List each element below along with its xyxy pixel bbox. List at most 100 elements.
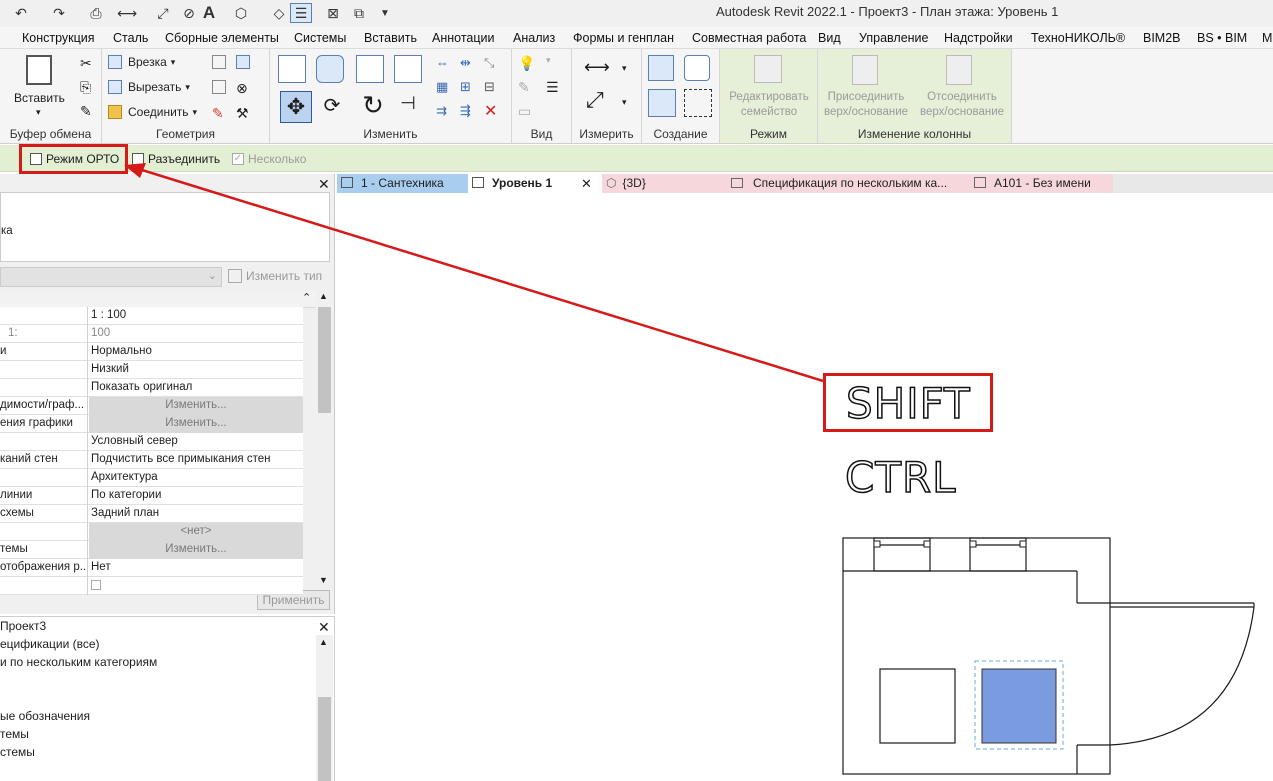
tag-icon[interactable]: ⊘ xyxy=(178,3,200,23)
edit-family-button-line1[interactable]: Редактировать xyxy=(720,91,818,103)
tab-more[interactable]: M xyxy=(1262,31,1272,45)
checkbox-box[interactable] xyxy=(91,580,101,590)
tab-view-3d[interactable]: ⬡ {3D} xyxy=(602,174,727,193)
trim-multiple-icon[interactable]: ⇉ xyxy=(436,103,447,119)
scale-icon[interactable]: ⊞ xyxy=(460,79,471,95)
tab-view-level-1[interactable]: Уровень 1 ✕ xyxy=(468,174,602,193)
measure-icon[interactable]: ⟷ xyxy=(116,3,138,23)
copy-elements-icon[interactable]: ⟳ xyxy=(318,93,346,121)
paint-icon[interactable] xyxy=(212,80,226,94)
create-similar-icon[interactable] xyxy=(684,89,712,117)
demolish-icon[interactable]: ✎ xyxy=(212,105,224,122)
mirror-draw-axis-icon[interactable] xyxy=(394,55,422,83)
measure-between-icon[interactable]: ⟷ xyxy=(584,57,610,78)
list-item[interactable]: темы xyxy=(0,727,29,741)
join-roof-icon[interactable]: ⊗ xyxy=(236,80,248,97)
rotate-icon[interactable]: ↻ xyxy=(358,91,388,121)
align-icon[interactable] xyxy=(278,55,306,83)
dimension-icon[interactable]: ⤢ xyxy=(152,3,174,23)
copy-icon[interactable]: ⎘ xyxy=(80,79,91,96)
tab-analyze[interactable]: Анализ xyxy=(513,31,555,45)
hide-element-icon[interactable]: ▭ xyxy=(518,103,531,120)
list-item[interactable]: и по нескольким категориям xyxy=(0,655,157,669)
list-item[interactable]: ые обозначения xyxy=(0,709,90,723)
tab-addins[interactable]: Надстройки xyxy=(944,31,1013,45)
aligned-dimension-icon[interactable]: ⤢ xyxy=(586,87,604,113)
array-icon[interactable]: ▦ xyxy=(436,79,448,95)
properties-scrollbar[interactable]: ▲ ▼ xyxy=(316,291,333,589)
edit-button[interactable]: Изменить... xyxy=(89,541,303,559)
list-item[interactable]: стемы xyxy=(0,745,35,759)
chevron-down-icon[interactable]: ▾ xyxy=(622,97,627,108)
tab-bim2b[interactable]: BIM2B xyxy=(1143,31,1181,45)
split-icon[interactable]: ⇔ xyxy=(436,55,449,70)
scroll-down-icon[interactable]: ▼ xyxy=(319,575,328,585)
tab-view-sheet[interactable]: A101 - Без имени xyxy=(970,174,1113,193)
edit-type-button[interactable]: Изменить тип xyxy=(228,269,322,283)
hammer-icon[interactable]: ⚒ xyxy=(236,105,249,122)
edit-button[interactable]: Изменить... xyxy=(89,415,303,433)
instance-filter-dropdown[interactable]: ⌄ xyxy=(0,267,222,287)
section-icon[interactable]: ◇ xyxy=(268,3,290,23)
tab-steel[interactable]: Сталь xyxy=(113,31,148,45)
print-icon[interactable]: ⎙ xyxy=(85,3,107,23)
disjoin-checkbox[interactable]: Разъединить xyxy=(132,152,220,166)
tab-view-schedule[interactable]: Спецификация по нескольким ка... xyxy=(727,174,970,193)
linework-icon[interactable]: ✎ xyxy=(518,79,530,96)
wall-joins-icon[interactable] xyxy=(212,55,226,69)
thin-lines-icon[interactable]: ☰ xyxy=(290,3,312,23)
scroll-up-icon[interactable]: ▲ xyxy=(319,291,328,301)
text-icon[interactable]: A xyxy=(200,3,218,23)
close-views-icon[interactable]: ⊠ xyxy=(322,3,344,23)
offset-icon[interactable] xyxy=(316,55,344,83)
cut-out-button[interactable]: Вырезать ▾ xyxy=(108,80,190,94)
list-item[interactable]: ецификации (все) xyxy=(0,637,100,651)
tab-massing[interactable]: Формы и генплан xyxy=(573,31,674,45)
close-icon[interactable]: ✕ xyxy=(581,174,592,193)
tab-bsbim[interactable]: BS • BIM xyxy=(1197,31,1247,45)
match-properties-icon[interactable]: ✎ xyxy=(80,103,92,120)
delete-icon[interactable]: ✕ xyxy=(484,101,497,121)
tab-view-plumbing[interactable]: 1 - Сантехника xyxy=(337,174,468,193)
cut-geometry-button[interactable]: Врезка ▾ xyxy=(108,55,175,69)
close-icon[interactable]: ✕ xyxy=(318,176,330,193)
create-assembly-icon[interactable] xyxy=(648,55,674,81)
tab-structure[interactable]: Конструкция xyxy=(22,31,95,45)
tab-insert[interactable]: Вставить xyxy=(364,31,417,45)
tab-precast[interactable]: Сборные элементы xyxy=(165,31,279,45)
close-icon[interactable]: ✕ xyxy=(318,619,330,636)
tab-systems[interactable]: Системы xyxy=(294,31,346,45)
paste-button[interactable]: Вставить xyxy=(14,91,65,105)
selected-element[interactable] xyxy=(981,668,1057,744)
move-icon[interactable]: ✥ xyxy=(280,91,312,123)
unpin-icon[interactable]: ⤡ xyxy=(484,55,494,71)
join-button[interactable]: Соединить ▾ xyxy=(108,105,197,119)
tab-annotate[interactable]: Аннотации xyxy=(432,31,494,45)
split-gap-icon[interactable]: ⇹ xyxy=(460,55,471,71)
customize-dropdown-icon[interactable]: ▼ xyxy=(378,3,392,23)
scroll-up-icon[interactable]: ▲ xyxy=(319,637,328,647)
attach-button-line1[interactable]: Присоединить xyxy=(818,91,914,103)
3d-view-icon[interactable]: ⬡ xyxy=(230,3,252,23)
split-face-icon[interactable] xyxy=(236,55,250,69)
edit-button[interactable]: Изменить... xyxy=(89,397,303,415)
type-selector[interactable]: ка xyxy=(0,192,330,262)
lightbulb-icon[interactable]: 💡 xyxy=(518,55,535,72)
tab-manage[interactable]: Управление xyxy=(859,31,929,45)
properties-group-header[interactable]: ⌃ xyxy=(0,291,316,308)
tab-technonicol[interactable]: ТехноНИКОЛЬ® xyxy=(1031,31,1125,45)
chevron-down-icon[interactable]: ▾ xyxy=(622,63,627,74)
scrollbar-thumb[interactable] xyxy=(318,697,331,781)
mirror-pick-axis-icon[interactable] xyxy=(356,55,384,83)
scrollbar-thumb[interactable] xyxy=(318,307,331,413)
undo-icon[interactable]: ↶ xyxy=(10,3,32,23)
drawing-canvas[interactable] xyxy=(337,193,1273,781)
tab-view[interactable]: Вид xyxy=(818,31,841,45)
create-parts-icon[interactable] xyxy=(684,55,710,81)
pin-icon[interactable]: ⊟ xyxy=(484,79,495,95)
line-styles-icon[interactable]: ☰ xyxy=(546,79,559,96)
detach-button-line1[interactable]: Отсоединить xyxy=(914,91,1010,103)
extend-icon[interactable]: ⇶ xyxy=(460,103,471,119)
create-group-icon[interactable] xyxy=(648,89,676,117)
tab-collaborate[interactable]: Совместная работа xyxy=(692,31,806,45)
